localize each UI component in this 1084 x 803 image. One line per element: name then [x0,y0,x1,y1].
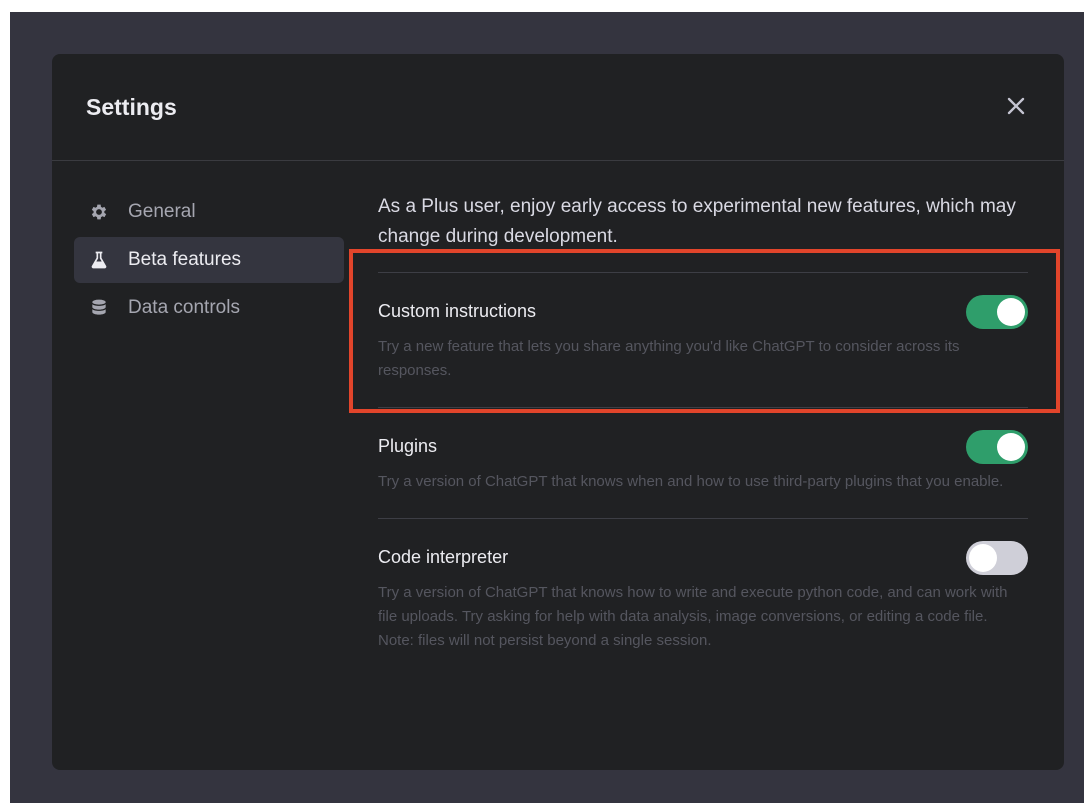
feature-description: Try a new feature that lets you share an… [378,338,960,379]
plugins-toggle[interactable] [966,430,1028,464]
database-icon [88,297,110,319]
beta-features-panel: As a Plus user, enjoy early access to ex… [378,192,1028,677]
close-button[interactable] [1002,92,1030,120]
feature-code-interpreter: Code interpreter Try a version of ChatGP… [378,519,1028,677]
code-interpreter-toggle[interactable] [966,541,1028,575]
modal-header: Settings [52,54,1064,161]
feature-title: Plugins [378,436,438,456]
close-icon [1007,97,1025,115]
feature-title: Custom instructions [378,301,537,321]
toggle-knob [997,433,1025,461]
custom-instructions-toggle[interactable] [966,295,1028,329]
feature-title: Code interpreter [378,547,509,567]
settings-sidebar: General Beta features Data controls [74,189,344,333]
flask-icon [88,249,110,271]
sidebar-item-label: Data controls [128,297,240,318]
toggle-knob [997,298,1025,326]
toggle-knob [969,544,997,572]
feature-description: Try a version of ChatGPT that knows when… [378,473,1004,490]
sidebar-item-label: General [128,201,196,222]
sidebar-item-beta-features[interactable]: Beta features [74,237,344,283]
sidebar-item-data-controls[interactable]: Data controls [74,285,344,331]
settings-modal: Settings General Beta features Data cont… [52,54,1064,770]
modal-title: Settings [86,94,177,120]
sidebar-item-general[interactable]: General [74,189,344,235]
feature-plugins: Plugins Try a version of ChatGPT that kn… [378,408,1028,518]
feature-custom-instructions: Custom instructions Try a new feature th… [378,273,1028,407]
feature-description: Try a version of ChatGPT that knows how … [378,584,1008,649]
intro-text: As a Plus user, enjoy early access to ex… [378,196,1016,247]
gear-icon [88,201,110,223]
sidebar-item-label: Beta features [128,249,242,270]
